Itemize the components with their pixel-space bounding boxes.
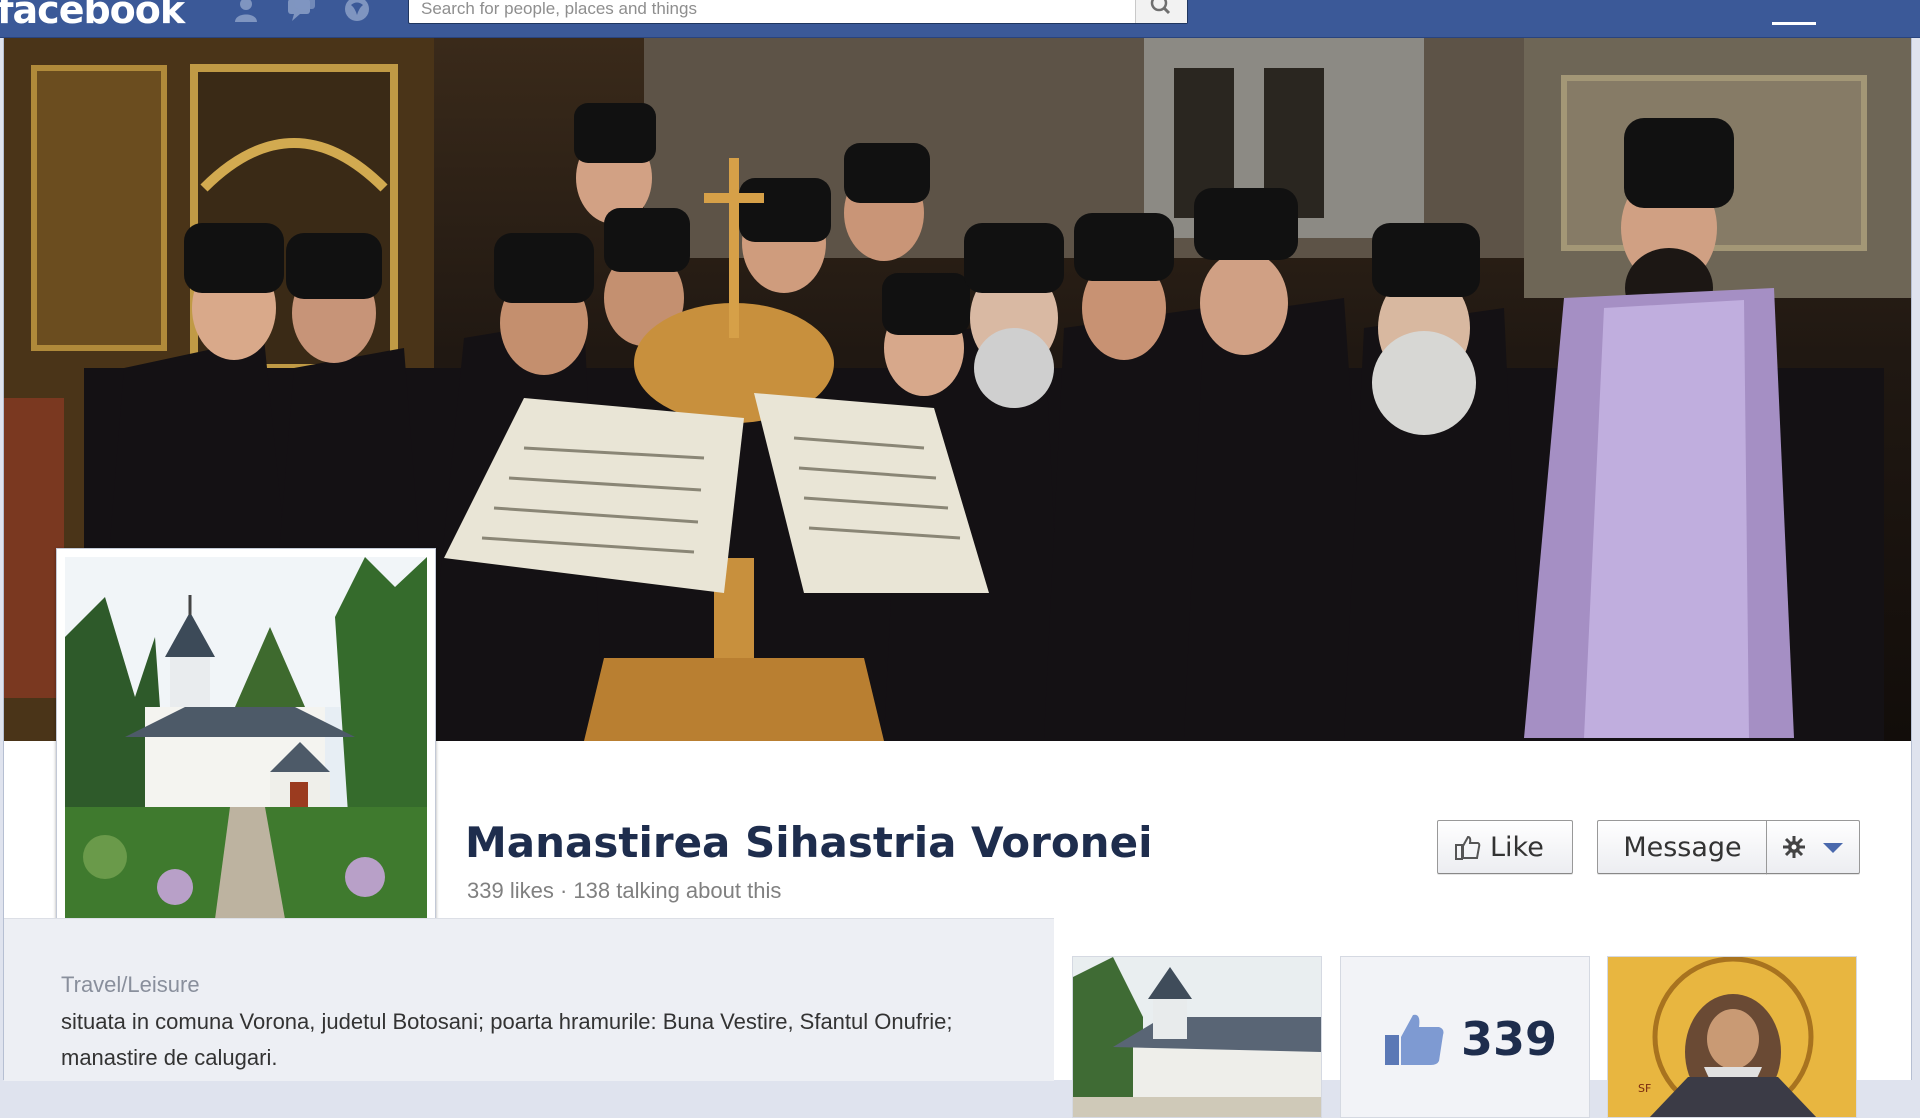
photos-tile-image (1073, 957, 1321, 1117)
like-button-label: Like (1490, 831, 1544, 863)
stats-separator: · (553, 878, 574, 903)
icon-tile-image: SF (1608, 957, 1856, 1117)
caret-down-icon (1823, 843, 1843, 853)
top-navigation-bar: facebook (0, 0, 1920, 38)
search-input[interactable] (409, 0, 1129, 23)
facebook-logo[interactable]: facebook (0, 0, 185, 32)
likes-tile-content: 339 (1383, 1011, 1557, 1067)
page-title: Manastirea Sihastria Voronei (465, 818, 1153, 867)
page-stats: 339 likes · 138 talking about this (467, 878, 781, 904)
page-description: situata in comuna Vorona, judetul Botosa… (61, 1009, 953, 1070)
settings-menu-button[interactable] (1766, 820, 1860, 874)
search-icon (1150, 0, 1171, 15)
topbar-divider (1772, 22, 1816, 25)
icon-tile[interactable]: SF (1607, 956, 1857, 1118)
gear-icon (1783, 836, 1805, 858)
friends-icon[interactable] (231, 0, 261, 22)
message-button[interactable]: Message (1597, 820, 1767, 874)
messages-icon[interactable] (286, 0, 316, 22)
search-button[interactable] (1135, 0, 1187, 23)
likes-tile-count: 339 (1461, 1012, 1558, 1066)
timeline-container: Manastirea Sihastria Voronei 339 likes ·… (3, 38, 1912, 1118)
talking-about-link[interactable]: 138 talking about this (573, 878, 781, 903)
page-category[interactable]: Travel/Leisure (61, 972, 200, 998)
message-button-label: Message (1623, 831, 1742, 863)
likes-count-link[interactable]: 339 likes (467, 878, 554, 903)
svg-text:SF: SF (1638, 1082, 1651, 1095)
notifications-icon[interactable] (342, 0, 372, 22)
search-box (408, 0, 1188, 24)
thumbs-up-icon (1455, 835, 1481, 860)
photos-tile[interactable] (1072, 956, 1322, 1118)
like-button[interactable]: Like (1437, 820, 1573, 874)
profile-picture-image (65, 557, 427, 919)
profile-picture[interactable] (56, 548, 436, 928)
likes-tile[interactable]: 339 (1340, 956, 1590, 1118)
thumbs-up-icon (1385, 1014, 1444, 1065)
